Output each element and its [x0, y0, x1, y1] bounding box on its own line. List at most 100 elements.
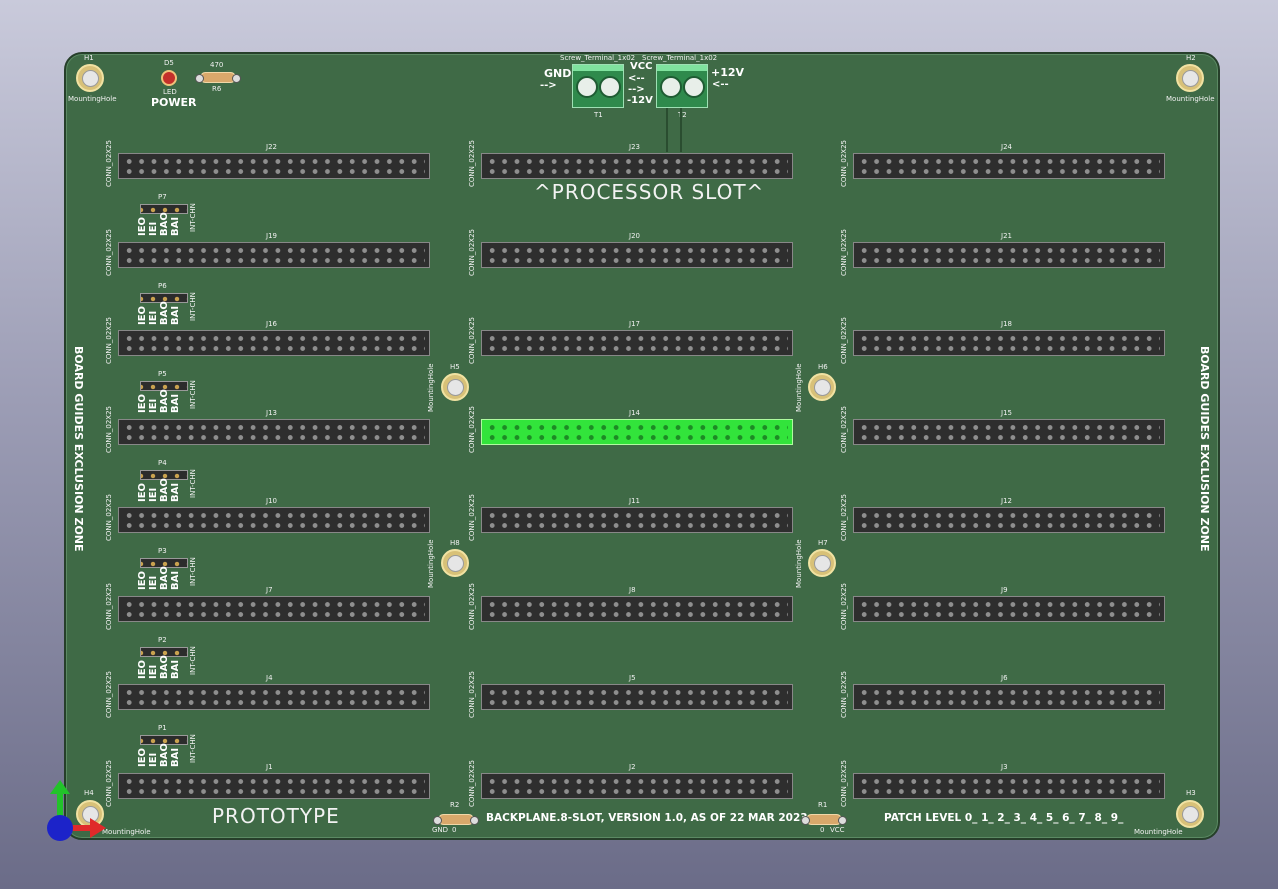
connector-value-label: CONN_02X25 [840, 583, 848, 630]
screw-terminal-t1[interactable] [572, 64, 624, 108]
m12-arrow: --> [628, 84, 645, 95]
jumper-pin-label-bai: BAI [170, 482, 181, 502]
connector-j3[interactable] [853, 773, 1165, 799]
connector-j16[interactable] [118, 330, 430, 356]
jumper-pin-label-ieo: IEO [137, 659, 148, 679]
connector-value-label: CONN_02X25 [105, 406, 113, 453]
mounting-hole-h5[interactable] [441, 373, 469, 401]
connector-j19[interactable] [118, 242, 430, 268]
connector-j7[interactable] [118, 596, 430, 622]
connector-j18[interactable] [853, 330, 1165, 356]
connector-ref-label: J3 [1001, 763, 1008, 771]
jumper-pin-label-ieo: IEO [137, 393, 148, 413]
connector-j14[interactable] [481, 419, 793, 445]
pcb-board[interactable]: H1 MountingHole H2 MountingHole H3 Mount… [64, 52, 1220, 840]
connector-j2[interactable] [481, 773, 793, 799]
h2-ref: H2 [1186, 54, 1196, 62]
r2-right: 0 [452, 826, 457, 834]
r2-left: GND [432, 826, 449, 834]
jumper-value-label: INT-CHN [189, 734, 197, 763]
mounting-hole-h7[interactable] [808, 549, 836, 577]
connector-j21[interactable] [853, 242, 1165, 268]
gnd-arrow: --> [540, 80, 557, 91]
jumper-value-label: INT-CHN [189, 203, 197, 232]
mounting-hole-h8[interactable] [441, 549, 469, 577]
connector-ref-label: J21 [1001, 232, 1012, 240]
connector-j6[interactable] [853, 684, 1165, 710]
connector-j20[interactable] [481, 242, 793, 268]
mounting-hole-h1[interactable] [76, 64, 104, 92]
resistor-r2[interactable] [433, 814, 479, 825]
screw-terminal-t2[interactable] [656, 64, 708, 108]
jumper-pin-label-ieo: IEO [137, 305, 148, 325]
r6-ref: R6 [212, 85, 222, 93]
connector-j8[interactable] [481, 596, 793, 622]
mounting-hole-h3[interactable] [1176, 800, 1204, 828]
jumper-pin-label-bao: BAO [159, 655, 170, 679]
jumper-pin-label-iei: IEI [148, 575, 159, 590]
jumper-pin-label-ieo: IEO [137, 482, 148, 502]
connector-value-label: CONN_02X25 [105, 229, 113, 276]
connector-j22[interactable] [118, 153, 430, 179]
power-label: POWER [151, 96, 197, 109]
connector-j9[interactable] [853, 596, 1165, 622]
connector-value-label: CONN_02X25 [840, 140, 848, 187]
connector-value-label: CONN_02X25 [468, 583, 476, 630]
connector-j1[interactable] [118, 773, 430, 799]
t2-value: Screw_Terminal_1x02 [642, 54, 718, 62]
power-trace [666, 108, 682, 152]
resistor-r6[interactable] [195, 72, 241, 83]
h5-value: MountingHole [427, 363, 435, 412]
r1-right: VCC [830, 826, 845, 834]
connector-ref-label: J17 [629, 320, 640, 328]
resistor-r1[interactable] [801, 814, 847, 825]
connector-j4[interactable] [118, 684, 430, 710]
connector-j5[interactable] [481, 684, 793, 710]
connector-value-label: CONN_02X25 [840, 229, 848, 276]
h7-ref: H7 [818, 539, 828, 547]
h5-ref: H5 [450, 363, 460, 371]
jumper-pin-label-bai: BAI [170, 393, 181, 413]
connector-j11[interactable] [481, 507, 793, 533]
connector-ref-label: J24 [1001, 143, 1012, 151]
p12-label: +12V [711, 66, 745, 79]
jumper-pin-label-bao: BAO [159, 478, 170, 502]
h1-ref: H1 [84, 54, 94, 62]
version-label: BACKPLANE.8-SLOT, VERSION 1.0, AS OF 22 … [486, 812, 808, 824]
t1-value: Screw_Terminal_1x02 [560, 54, 636, 62]
exclusion-zone-left: BOARD GUIDES EXCLUSION ZONE [72, 346, 85, 552]
prototype-label: PROTOTYPE [212, 804, 340, 828]
mounting-hole-h6[interactable] [808, 373, 836, 401]
h1-value: MountingHole [68, 95, 117, 103]
connector-j23[interactable] [481, 153, 793, 179]
power-led[interactable] [161, 70, 177, 86]
patch-level-label: PATCH LEVEL 0_ 1_ 2_ 3_ 4_ 5_ 6_ 7_ 8_ 9… [884, 812, 1124, 824]
connector-j15[interactable] [853, 419, 1165, 445]
connector-j17[interactable] [481, 330, 793, 356]
connector-ref-label: J10 [266, 497, 277, 505]
jumper-pin-label-bai: BAI [170, 305, 181, 325]
connector-ref-label: J18 [1001, 320, 1012, 328]
connector-j13[interactable] [118, 419, 430, 445]
jumper-pin-label-bai: BAI [170, 659, 181, 679]
jumper-pin-label-bai: BAI [170, 747, 181, 767]
connector-ref-label: J9 [1001, 586, 1008, 594]
connector-ref-label: J16 [266, 320, 277, 328]
mounting-hole-h2[interactable] [1176, 64, 1204, 92]
jumper-pin-label-bai: BAI [170, 570, 181, 590]
h3-ref: H3 [1186, 789, 1196, 797]
connector-j24[interactable] [853, 153, 1165, 179]
jumper-pin-label-bao: BAO [159, 389, 170, 413]
3d-axes-icon [47, 780, 106, 841]
jumper-value-label: INT-CHN [189, 646, 197, 675]
jumper-ref-label: P1 [158, 724, 167, 732]
exclusion-zone-right: BOARD GUIDES EXCLUSION ZONE [1198, 346, 1211, 552]
jumper-value-label: INT-CHN [189, 380, 197, 409]
connector-j10[interactable] [118, 507, 430, 533]
jumper-ref-label: P6 [158, 282, 167, 290]
r1-ref: R1 [818, 801, 828, 809]
connector-j12[interactable] [853, 507, 1165, 533]
connector-ref-label: J22 [266, 143, 277, 151]
connector-value-label: CONN_02X25 [105, 140, 113, 187]
h6-value: MountingHole [795, 363, 803, 412]
